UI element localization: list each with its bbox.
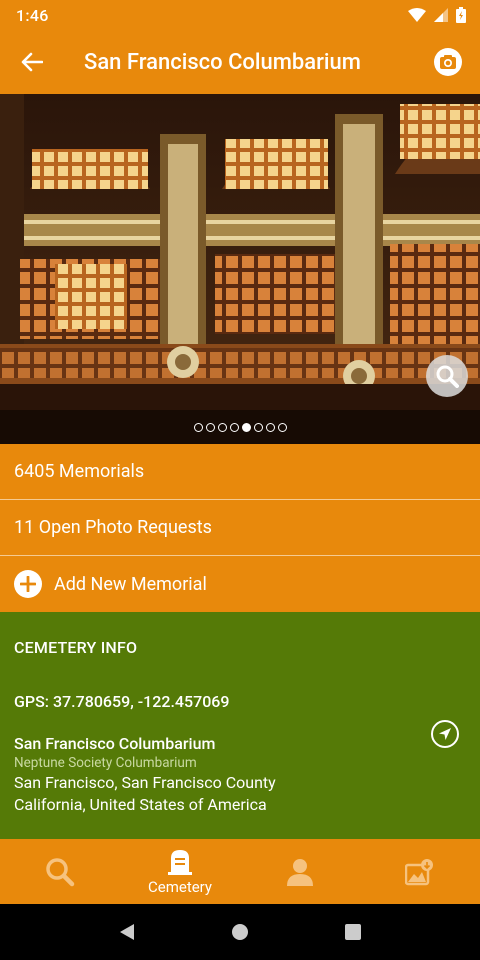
photo-gallery[interactable]: [0, 94, 480, 444]
wifi-icon: [408, 8, 426, 22]
pager-dot[interactable]: [217, 422, 227, 432]
photo-requests-count: 11 Open Photo Requests: [14, 517, 212, 538]
app-bar: San Francisco Columbarium: [0, 30, 480, 94]
photo-requests-row[interactable]: 11 Open Photo Requests: [0, 500, 480, 556]
address-block: San Francisco Columbarium Neptune Societ…: [14, 734, 276, 816]
nav-search[interactable]: [0, 839, 120, 904]
section-header: CEMETERY INFO: [14, 638, 138, 657]
cemetery-city: San Francisco, San Francisco County: [14, 773, 276, 792]
headstone-icon: [168, 849, 192, 875]
person-icon: [287, 858, 313, 886]
status-bar: 1:46: [0, 0, 480, 30]
status-icons: [408, 7, 466, 23]
status-time: 1:46: [16, 5, 49, 25]
directions-button[interactable]: [430, 719, 460, 749]
navigation-arrow-icon: [431, 720, 459, 748]
system-navigation-bar: [0, 904, 480, 960]
pager-dot[interactable]: [265, 422, 275, 432]
pager-dot[interactable]: [277, 422, 287, 432]
search-icon: [46, 857, 75, 886]
nav-photos[interactable]: [360, 839, 480, 904]
pager-dot[interactable]: [205, 422, 215, 432]
recents-square-icon[interactable]: [343, 922, 363, 942]
nav-cemetery-label: Cemetery: [148, 877, 212, 896]
pager-dot[interactable]: [241, 422, 251, 432]
signal-icon: [434, 8, 448, 22]
pager-dot[interactable]: [253, 422, 263, 432]
nav-cemetery[interactable]: Cemetery: [120, 839, 240, 904]
camera-icon: [434, 48, 462, 76]
gps-coordinates[interactable]: GPS: 37.780659, -122.457069: [14, 692, 229, 711]
page-title: San Francisco Columbarium: [84, 49, 361, 75]
nav-profile[interactable]: [240, 839, 360, 904]
home-circle-icon[interactable]: [230, 922, 250, 942]
pager-dot[interactable]: [229, 422, 239, 432]
summary-list: 6405 Memorials 11 Open Photo Requests Ad…: [0, 444, 480, 612]
pager-dot[interactable]: [193, 422, 203, 432]
photo-request-icon: [405, 858, 433, 885]
add-memorial-button[interactable]: Add New Memorial: [0, 556, 480, 612]
bottom-navigation: Cemetery: [0, 839, 480, 904]
plus-circle-icon: [14, 570, 42, 598]
back-triangle-icon[interactable]: [117, 922, 137, 942]
add-memorial-label: Add New Memorial: [54, 573, 207, 595]
arrow-left-icon: [21, 52, 43, 72]
back-button[interactable]: [0, 30, 64, 94]
cemetery-alt-name: Neptune Society Columbarium: [14, 755, 197, 771]
memorials-count: 6405 Memorials: [14, 461, 145, 482]
gallery-pager: [0, 410, 480, 444]
cemetery-state: California, United States of America: [14, 795, 267, 814]
cemetery-info-panel: CEMETERY INFO GPS: 37.780659, -122.45706…: [0, 612, 480, 839]
battery-icon: [456, 7, 466, 23]
zoom-button[interactable]: [426, 355, 468, 397]
memorials-row[interactable]: 6405 Memorials: [0, 444, 480, 500]
magnifier-icon: [436, 365, 459, 388]
columbarium-photo: [0, 94, 480, 444]
cemetery-name: San Francisco Columbarium: [14, 734, 216, 753]
camera-button[interactable]: [416, 30, 480, 94]
